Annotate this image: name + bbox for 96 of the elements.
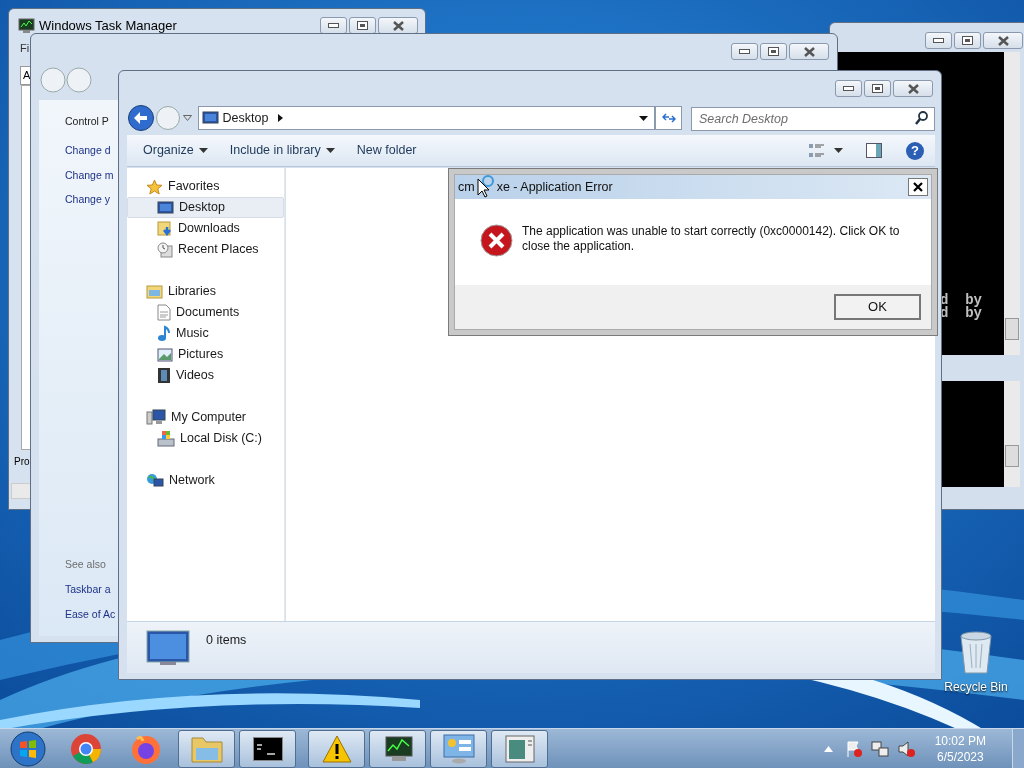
preview-pane-icon[interactable] (866, 143, 882, 158)
close-button[interactable] (789, 43, 829, 60)
network-status-icon[interactable] (870, 739, 889, 758)
nav-item[interactable]: Pictures (127, 344, 284, 365)
drive-icon (157, 430, 175, 447)
close-button[interactable] (983, 32, 1023, 49)
recycle-bin-icon (958, 630, 994, 674)
error-message: The application was unable to start correctly (0xc0000142). Click OK to close the application. (522, 224, 901, 254)
maximize-button[interactable] (864, 80, 891, 97)
toolbar-button[interactable]: Organize (138, 138, 213, 163)
refresh-icon (661, 112, 676, 124)
minimize-icon (328, 23, 339, 28)
picture-icon (157, 347, 173, 362)
maximize-button[interactable] (954, 32, 981, 49)
music-note-icon (157, 325, 171, 342)
maximize-icon (768, 47, 779, 56)
minimize-icon (739, 49, 750, 54)
toolbar-button[interactable]: New folder (351, 138, 422, 163)
computer-icon (146, 409, 166, 426)
browser-icon (70, 732, 102, 765)
nav-item[interactable]: Documents (127, 302, 284, 323)
label: Pro (14, 455, 30, 469)
volume-muted-icon[interactable] (896, 739, 915, 758)
task-link[interactable]: Taskbar a (65, 581, 111, 598)
task-link[interactable]: Change d (65, 142, 111, 159)
close-icon (996, 35, 1010, 46)
nav-item[interactable]: Downloads (127, 218, 284, 239)
close-button[interactable] (908, 178, 928, 196)
task-link[interactable]: Change m (65, 167, 114, 184)
download-folder-icon (157, 220, 173, 237)
taskbar-button[interactable] (369, 729, 426, 768)
maximize-icon (872, 84, 883, 93)
nav-item[interactable]: Videos (127, 365, 284, 386)
flag-icon[interactable] (844, 739, 863, 758)
ok-button[interactable]: OK (834, 294, 921, 320)
view-list-icon (809, 143, 824, 158)
tray-expand-icon[interactable] (823, 745, 833, 752)
panel-heading: Control P (65, 114, 109, 129)
monitor-icon (146, 629, 190, 666)
window-title: Windows Task Manager (39, 17, 177, 35)
back-button[interactable] (127, 104, 155, 132)
nav-item[interactable]: My Computer (127, 407, 284, 428)
nav-item[interactable]: Recent Places (127, 239, 284, 260)
task-link[interactable]: Ease of Ac (65, 606, 116, 623)
dialog-title: cm (458, 178, 475, 196)
start-button[interactable] (8, 728, 48, 768)
network-icon (146, 472, 164, 489)
minimize-button[interactable] (835, 80, 862, 97)
task-manager-icon (17, 17, 35, 34)
close-icon (906, 83, 920, 94)
star-icon (146, 178, 163, 195)
library-icon (146, 284, 163, 299)
help-button[interactable]: ? (906, 141, 924, 160)
nav-item[interactable]: Libraries (127, 281, 284, 302)
maximize-icon (357, 21, 368, 30)
close-icon (391, 20, 405, 31)
caret-icon (834, 148, 843, 153)
task-link[interactable]: Change y (65, 192, 110, 208)
close-icon (913, 182, 923, 192)
search-field[interactable]: Search Desktop (691, 107, 935, 131)
nav-item[interactable]: Network (127, 470, 284, 491)
minimize-button[interactable] (925, 32, 952, 49)
maximize-icon (962, 36, 973, 45)
nav-item[interactable]: Music (127, 323, 284, 344)
window-icon (504, 734, 535, 763)
toolbar-button[interactable]: Include in library (224, 138, 340, 163)
search-icon (915, 111, 928, 125)
menu-item[interactable]: Fi (20, 40, 30, 57)
monitor-icon (157, 200, 174, 215)
warning-icon (321, 734, 352, 763)
error-icon (480, 224, 513, 257)
section-heading: See also (65, 557, 106, 572)
dropdown-caret-icon[interactable] (639, 115, 649, 121)
minimize-icon (843, 86, 854, 91)
control-panel-icon (442, 733, 475, 764)
minimize-button[interactable] (731, 43, 758, 60)
console-icon (252, 736, 283, 761)
taskbar-button[interactable] (239, 729, 296, 768)
monitor-icon (201, 111, 219, 125)
close-icon (802, 46, 816, 57)
close-button[interactable] (893, 80, 933, 97)
document-icon (157, 304, 171, 321)
nav-item[interactable]: Desktop (127, 197, 284, 218)
minimize-icon (933, 38, 944, 43)
maximize-button[interactable] (760, 43, 787, 60)
recent-places-icon (157, 241, 173, 258)
history-caret-icon[interactable] (182, 115, 192, 121)
nav-item[interactable]: Favorites (127, 176, 284, 197)
breadcrumb-arrow-icon (278, 114, 284, 122)
nav-item[interactable]: Local Disk (C:) (127, 428, 284, 449)
film-icon (157, 367, 171, 384)
address-bar[interactable]: Desktop (197, 106, 656, 130)
item-count: 0 items (206, 632, 247, 649)
dialog-title: xe - Application Error (496, 178, 613, 196)
refresh-button[interactable] (655, 106, 682, 130)
scrollbar (11, 483, 31, 499)
